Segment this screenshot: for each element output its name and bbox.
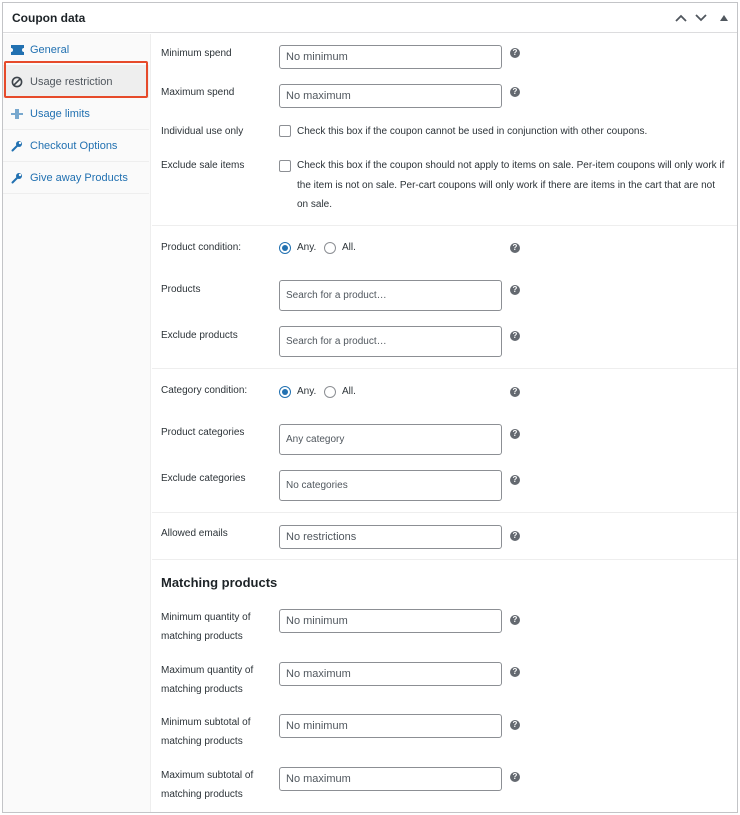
maximum-spend-input[interactable] xyxy=(279,84,502,108)
tab-usage-restriction[interactable]: Usage restriction xyxy=(3,66,149,98)
help-icon[interactable]: ? xyxy=(510,48,520,58)
individual-use-label: Individual use only xyxy=(161,126,244,137)
exclude-sale-label: Exclude sale items xyxy=(161,160,245,171)
usage-restriction-panel: Minimum spend ? Maximum spend ? Individu… xyxy=(152,34,737,812)
matching-products-heading: Matching products xyxy=(161,575,278,590)
tab-label: Usage limits xyxy=(30,107,90,120)
minimum-spend-label: Minimum spend xyxy=(161,48,232,59)
min-subtotal-label-line1: Minimum subtotal of xyxy=(161,717,251,728)
move-down-button[interactable] xyxy=(693,10,709,26)
max-quantity-input[interactable] xyxy=(279,662,502,686)
min-subtotal-label-line2: matching products xyxy=(161,736,243,747)
tab-checkout-options[interactable]: Checkout Options xyxy=(3,130,149,162)
product-condition-any-label: Any. xyxy=(297,242,317,253)
product-condition-label: Product condition: xyxy=(161,242,242,253)
caret-up-icon xyxy=(720,15,728,21)
maximum-spend-label: Maximum spend xyxy=(161,87,235,98)
coupon-data-panel: Coupon data General Usage restriction Us… xyxy=(2,2,738,813)
max-subtotal-input[interactable] xyxy=(279,767,502,791)
section-divider xyxy=(152,512,737,513)
products-label: Products xyxy=(161,284,201,295)
tab-label: Give away Products xyxy=(30,171,128,184)
category-condition-all-label: All. xyxy=(342,386,356,397)
tab-label: Usage restriction xyxy=(30,75,113,88)
individual-use-description: Check this box if the coupon cannot be u… xyxy=(297,126,648,137)
product-categories-input[interactable] xyxy=(279,424,502,455)
category-condition-label: Category condition: xyxy=(161,385,248,396)
ticket-icon xyxy=(10,43,24,57)
product-condition-all-label: All. xyxy=(342,242,356,253)
help-icon[interactable]: ? xyxy=(510,720,520,730)
min-subtotal-input[interactable] xyxy=(279,714,502,738)
exclude-sale-description: Check this box if the coupon should not … xyxy=(297,160,725,210)
max-subtotal-label-line2: matching products xyxy=(161,789,243,800)
max-quantity-label-line1: Maximum quantity of xyxy=(161,665,254,676)
category-condition-any-label: Any. xyxy=(297,386,317,397)
exclude-products-search-input[interactable] xyxy=(279,326,502,357)
chevron-down-icon xyxy=(695,14,707,22)
section-divider xyxy=(152,559,737,560)
toggle-panel-button[interactable] xyxy=(716,10,732,26)
coupon-tabs-sidebar: General Usage restriction Usage limits C… xyxy=(3,34,151,812)
help-icon[interactable]: ? xyxy=(510,615,520,625)
help-icon[interactable]: ? xyxy=(510,243,520,253)
min-quantity-label-line1: Minimum quantity of xyxy=(161,612,251,623)
help-icon[interactable]: ? xyxy=(510,285,520,295)
allowed-emails-input[interactable] xyxy=(279,525,502,549)
panel-title: Coupon data xyxy=(12,11,86,25)
help-icon[interactable]: ? xyxy=(510,87,520,97)
individual-use-checkbox[interactable] xyxy=(279,125,291,137)
exclude-categories-input[interactable] xyxy=(279,470,502,501)
help-icon[interactable]: ? xyxy=(510,531,520,541)
panel-header: Coupon data xyxy=(3,3,737,33)
wrench-icon xyxy=(10,171,24,185)
section-divider xyxy=(152,368,737,369)
category-condition-any-radio[interactable] xyxy=(279,386,291,398)
chevron-up-icon xyxy=(675,14,687,22)
max-subtotal-label-line1: Maximum subtotal of xyxy=(161,770,254,781)
category-condition-all-radio[interactable] xyxy=(324,386,336,398)
tab-general[interactable]: General xyxy=(3,34,149,66)
move-up-button[interactable] xyxy=(673,10,689,26)
wrench-icon xyxy=(10,139,24,153)
product-condition-all-radio[interactable] xyxy=(324,242,336,254)
max-quantity-label-line2: matching products xyxy=(161,684,243,695)
tab-give-away-products[interactable]: Give away Products xyxy=(3,162,149,194)
exclude-categories-label: Exclude categories xyxy=(161,473,246,484)
exclude-products-label: Exclude products xyxy=(161,330,238,341)
block-icon xyxy=(10,75,24,89)
help-icon[interactable]: ? xyxy=(510,475,520,485)
tab-label: Checkout Options xyxy=(30,139,118,152)
limits-icon xyxy=(10,107,24,121)
tab-label: General xyxy=(30,43,70,56)
allowed-emails-label: Allowed emails xyxy=(161,528,228,539)
product-categories-label: Product categories xyxy=(161,427,245,438)
min-quantity-label-line2: matching products xyxy=(161,631,243,642)
min-quantity-input[interactable] xyxy=(279,609,502,633)
products-search-input[interactable] xyxy=(279,280,502,311)
section-divider xyxy=(152,225,737,226)
help-icon[interactable]: ? xyxy=(510,772,520,782)
help-icon[interactable]: ? xyxy=(510,667,520,677)
tab-usage-limits[interactable]: Usage limits xyxy=(3,98,149,130)
help-icon[interactable]: ? xyxy=(510,387,520,397)
minimum-spend-input[interactable] xyxy=(279,45,502,69)
help-icon[interactable]: ? xyxy=(510,331,520,341)
exclude-sale-checkbox[interactable] xyxy=(279,160,291,172)
help-icon[interactable]: ? xyxy=(510,429,520,439)
product-condition-any-radio[interactable] xyxy=(279,242,291,254)
